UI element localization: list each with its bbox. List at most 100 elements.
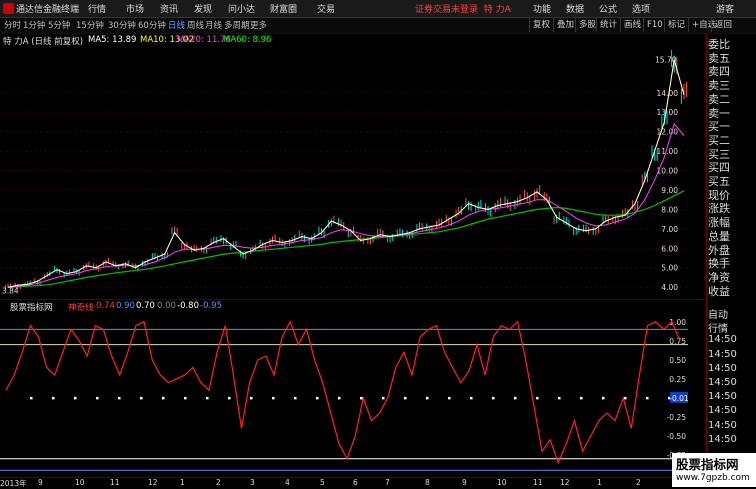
period-tab-9[interactable]: 多周期	[224, 19, 250, 31]
toolbar-button-5[interactable]: F10	[643, 18, 666, 32]
period-tab-0[interactable]: 分时	[4, 19, 21, 31]
price-tick-label: 4.00	[661, 283, 678, 292]
zero-dot	[580, 396, 583, 400]
toolbar-button-6[interactable]: 标记	[664, 18, 688, 32]
zero-dot	[30, 396, 33, 400]
indicator-value-2: 0.70	[136, 301, 155, 311]
zero-dot	[52, 396, 55, 400]
month-label-12: 8	[425, 478, 430, 487]
kline-chart[interactable]: 14.0013.0012.0011.0010.009.008.007.006.0…	[0, 46, 705, 298]
month-label-3: 11	[110, 478, 120, 487]
menu-item-6[interactable]: 交易	[317, 2, 335, 15]
ma60-line	[7, 190, 685, 288]
toolbar-button-3[interactable]: 统计	[596, 18, 620, 32]
right-menu-item-2[interactable]: 公式	[599, 2, 617, 15]
zero-dot	[272, 396, 275, 400]
menu-item-5[interactable]: 财富圈	[270, 2, 297, 15]
zero-dot	[316, 396, 319, 400]
trade-row-1: 行情	[708, 324, 728, 336]
indicator-value-4: -0.80	[177, 301, 199, 311]
price-tick-label: 5.00	[661, 264, 678, 273]
indicator-tick-label: -0.25	[667, 413, 687, 422]
indicator-value-5: -0.95	[200, 301, 222, 311]
zero-dot	[140, 396, 143, 400]
month-label-1: 9	[38, 478, 43, 487]
indicator-value-1: 0.90	[116, 301, 135, 311]
trade-row-4: 14:50	[708, 362, 737, 374]
zero-dot	[426, 396, 429, 400]
menu-item-3[interactable]: 发现	[194, 2, 212, 15]
app-name: 通达信金融终端	[16, 5, 80, 15]
period-tab-10[interactable]: 更多	[250, 19, 267, 31]
trade-row-0[interactable]: 自动	[708, 306, 728, 321]
zero-dot	[470, 396, 473, 400]
login-status[interactable]: 证券交易未登录 特 力A	[415, 2, 511, 15]
month-label-18: 2	[636, 478, 641, 487]
price-tick-label: 7.00	[661, 225, 678, 234]
menu-item-2[interactable]: 资讯	[160, 2, 178, 15]
month-label-13: 9	[462, 478, 467, 487]
zero-dot	[360, 396, 363, 400]
title-bar: 通达信金融终端 证券交易未登录 特 力A 游客 行情 市场 资讯 发现 问小达 财富圈 交易…	[0, 0, 756, 18]
month-label-2: 10	[75, 478, 85, 487]
indicator-tick-label: -0.50	[667, 432, 687, 441]
trade-row-8: 14:50	[708, 419, 737, 431]
zero-dot	[74, 396, 77, 400]
current-value-label: -0.01	[669, 394, 689, 403]
indicator-chart[interactable]: 1.000.750.500.250.00-0.25-0.50-0.75-0.01	[0, 300, 705, 476]
month-label-9: 5	[320, 478, 325, 487]
quote-panel: 委比 卖五 卖四 卖三 卖二 卖一 买一 买二 买三 买四 买五 现价 涨跌 涨幅 总量 外盘 换手 净资 收益 自动…	[706, 34, 756, 487]
right-menu-item-1[interactable]: 数据	[566, 2, 584, 15]
period-toolbar: 分时 1分钟 5分钟 15分钟 30分钟 60分钟 日线 周线 月线 多周期 更多 复权 叠加 多股 统计画…	[0, 18, 756, 34]
zero-dot	[294, 396, 297, 400]
indicator-tick-label: 0.50	[669, 356, 686, 365]
month-label-4: 12	[148, 478, 158, 487]
zero-dot	[536, 396, 539, 400]
price-tick-label: 8.00	[661, 205, 678, 214]
indicator-value-3: 0.00	[157, 301, 176, 311]
month-label-0: 2013年	[0, 479, 27, 488]
guest-label[interactable]: 游客	[716, 2, 734, 15]
period-tab-1[interactable]: 1分钟	[23, 19, 45, 31]
month-label-14: 10	[497, 478, 507, 487]
period-tab-7[interactable]: 周线	[187, 19, 204, 31]
period-tab-5[interactable]: 60分钟	[138, 19, 166, 31]
price-tick-label: 9.00	[661, 186, 678, 195]
period-tab-6[interactable]: 日线	[168, 19, 185, 31]
zero-dot	[448, 396, 451, 400]
zero-dot	[646, 396, 649, 400]
watermark-url: www.7gpzb.com	[676, 473, 750, 483]
toolbar-button-0[interactable]: 复权	[529, 18, 553, 32]
month-label-16: 12	[560, 478, 570, 487]
zero-dot	[602, 396, 605, 400]
period-tab-8[interactable]: 月线	[205, 19, 222, 31]
period-tab-3[interactable]: 15分钟	[76, 19, 104, 31]
menu-item-4[interactable]: 问小达	[228, 2, 255, 15]
magic-line	[5, 320, 681, 465]
right-menu-item-0[interactable]: 功能	[533, 2, 551, 15]
zero-dot	[492, 396, 495, 400]
trade-row-5: 14:50	[708, 377, 737, 388]
zero-dot	[162, 396, 165, 400]
price-tick-label: 6.00	[661, 244, 678, 253]
trade-row-9: 14:50	[708, 433, 737, 445]
month-label-7: 3	[250, 478, 255, 487]
trade-row-7: 14:50	[708, 405, 737, 417]
month-label-6: 2	[216, 478, 221, 487]
right-menu-item-3[interactable]: 选项	[632, 2, 650, 15]
toolbar-button-8[interactable]: 返回	[711, 18, 735, 32]
high-price-label: 15.70	[655, 56, 677, 65]
toolbar-button-1[interactable]: 叠加	[553, 18, 577, 32]
indicator-value-0: 0.74	[96, 301, 115, 311]
toolbar-button-4[interactable]: 画线	[620, 18, 644, 32]
low-price-label: 3.84	[2, 286, 19, 295]
period-tab-4[interactable]: 30分钟	[108, 19, 136, 31]
ma20-line	[7, 122, 685, 288]
indicator-tick-label: 0.75	[669, 337, 686, 346]
indicator-tick-label: 0.25	[669, 375, 686, 384]
period-tab-2[interactable]: 5分钟	[48, 19, 70, 31]
indicator-info: 股票指标网 神奇线 0.74 0.90 0.70 0.00 -0.80 -0.95	[0, 300, 705, 313]
price-tick-label: 14.00	[657, 89, 679, 98]
menu-item-1[interactable]: 市场	[126, 2, 144, 15]
menu-item-0[interactable]: 行情	[88, 2, 106, 15]
